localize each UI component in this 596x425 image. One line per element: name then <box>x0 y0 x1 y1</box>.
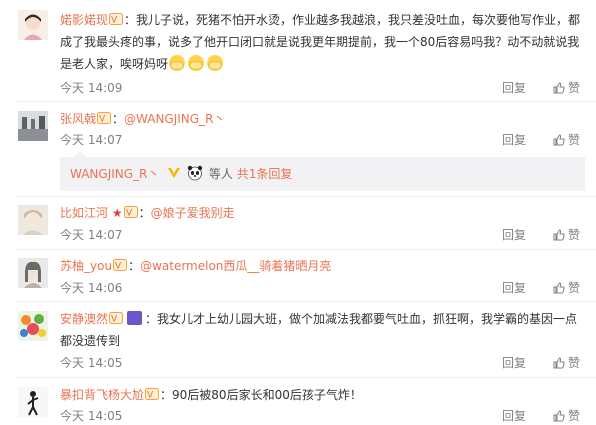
separator: ： <box>112 112 125 126</box>
reply-button[interactable]: 回复 <box>502 354 526 371</box>
like-label: 赞 <box>567 81 580 95</box>
comment-text: 婼影婼现 V ：我儿子说，死猪不怕开水烫，作业越多我越浪，我只差没吐血，每次要他写作… <box>60 9 585 75</box>
separator: ： <box>124 13 137 27</box>
timestamp: 今天 14:06 <box>60 281 123 295</box>
svg-text:V: V <box>147 391 154 401</box>
like-label: 赞 <box>567 281 580 295</box>
reply-button[interactable]: 回复 <box>502 279 526 296</box>
comment-meta: 今天 14:07 回复 赞 <box>60 131 580 147</box>
comment-meta: 今天 14:07 回复 赞 <box>60 226 580 242</box>
reply-button[interactable]: 回复 <box>502 407 526 424</box>
facepalm-emoji-icon <box>207 55 224 71</box>
comment-meta: 今天 14:05 回复 赞 <box>60 354 580 370</box>
timestamp: 今天 14:07 <box>60 228 123 242</box>
like-label: 赞 <box>567 409 580 423</box>
divider <box>16 196 596 197</box>
username-link[interactable]: 安静澳然 <box>60 312 108 326</box>
reply-button[interactable]: 回复 <box>502 226 526 243</box>
separator: ： <box>145 312 158 326</box>
facepalm-emoji-icon <box>169 55 186 71</box>
star-badge-icon: ★ <box>108 206 123 220</box>
like-button[interactable]: 赞 <box>553 131 580 148</box>
svg-text:V: V <box>126 209 133 219</box>
separator: ： <box>160 388 173 402</box>
thumbs-up-icon <box>553 410 565 422</box>
avatar[interactable] <box>18 311 48 341</box>
vip-badge-icon: V <box>123 206 138 219</box>
vip-badge-icon: V <box>97 112 112 125</box>
like-button[interactable]: 赞 <box>553 79 580 96</box>
comment-text: 苏柚_you V ：@watermelon西瓜__骑着猪晒月亮 <box>60 255 585 277</box>
svg-text:V: V <box>99 115 106 125</box>
username-link[interactable]: 苏柚_you <box>60 259 112 273</box>
timestamp: 今天 14:05 <box>60 409 123 423</box>
comment-text: 比如江河 ★ V ：@娘子爱我别走 <box>60 202 585 224</box>
mention-link[interactable]: @watermelon西瓜__骑着猪晒月亮 <box>140 259 331 273</box>
mention-link[interactable]: @WANGJING_R丶 <box>124 112 225 126</box>
thumbs-up-icon <box>553 229 565 241</box>
comment-text: 安静澳然 V ：我女儿才上幼儿园大班，做个加减法我都要气吐血，抓狂啊，我学霸的基因一… <box>60 308 585 352</box>
separator: ： <box>128 259 141 273</box>
panda-emoji-icon <box>187 165 203 181</box>
vip-badge-icon: V <box>113 259 128 272</box>
avatar[interactable] <box>18 205 48 235</box>
username-link[interactable]: 婼影婼现 <box>60 13 108 27</box>
divider <box>16 377 596 378</box>
total-replies-link[interactable]: 共1条回复 <box>237 167 293 181</box>
thumbs-up-icon <box>553 282 565 294</box>
svg-text:V: V <box>115 262 122 272</box>
svg-text:V: V <box>111 16 118 26</box>
svg-text:V: V <box>111 315 118 325</box>
like-button[interactable]: 赞 <box>553 279 580 296</box>
avatar[interactable] <box>18 258 48 288</box>
avatar[interactable] <box>18 10 48 40</box>
others-label: 等人 <box>208 167 233 181</box>
box-arrow <box>74 151 86 157</box>
thumbs-up-icon <box>553 134 565 146</box>
verified-v-icon <box>168 168 181 178</box>
avatar[interactable] <box>18 111 48 141</box>
comment-meta: 今天 14:09 回复 赞 <box>60 79 580 95</box>
comment-body: 我儿子说，死猪不怕开水烫，作业越多我越浪，我只差没吐血，每次要他写作业，都成了我… <box>60 13 581 71</box>
like-label: 赞 <box>567 356 580 370</box>
vip-badge-icon: V <box>109 312 124 325</box>
comment-meta: 今天 14:05 回复 赞 <box>60 407 580 423</box>
vip-badge-icon: V <box>109 13 124 26</box>
like-label: 赞 <box>567 133 580 147</box>
username-link[interactable]: 比如江河 <box>60 206 108 220</box>
avatar[interactable] <box>18 387 48 417</box>
like-button[interactable]: 赞 <box>553 407 580 424</box>
like-button[interactable]: 赞 <box>553 354 580 371</box>
divider <box>16 249 596 250</box>
separator: ： <box>138 206 151 220</box>
member-badge-icon <box>127 311 143 325</box>
reply-button[interactable]: 回复 <box>502 79 526 96</box>
thumbs-up-icon <box>553 82 565 94</box>
like-label: 赞 <box>567 228 580 242</box>
thumbs-up-icon <box>553 357 565 369</box>
timestamp: 今天 14:07 <box>60 133 123 147</box>
like-button[interactable]: 赞 <box>553 226 580 243</box>
sub-replies-box[interactable]: WANGJING_R丶 等人 共1条回复 <box>60 151 585 191</box>
username-link[interactable]: 张风戟 <box>60 112 96 126</box>
username-link[interactable]: 暴扣背飞杨大尬 <box>60 388 144 402</box>
facepalm-emoji-icon <box>188 55 205 71</box>
mention-link[interactable]: @娘子爱我别走 <box>151 206 235 220</box>
divider <box>16 301 596 302</box>
comment-body: 90后被80后家长和00后孩子气炸！ <box>172 388 362 402</box>
sub-reply-user-link[interactable]: WANGJING_R丶 <box>70 167 159 181</box>
comment-text: 张风戟 V ：@WANGJING_R丶 <box>60 108 585 130</box>
timestamp: 今天 14:09 <box>60 81 123 95</box>
divider <box>16 101 596 102</box>
comment-text: 暴扣背飞杨大尬 V ：90后被80后家长和00后孩子气炸！ <box>60 384 585 406</box>
reply-button[interactable]: 回复 <box>502 131 526 148</box>
comment-meta: 今天 14:06 回复 赞 <box>60 279 580 295</box>
timestamp: 今天 14:05 <box>60 356 123 370</box>
vip-badge-icon: V <box>145 388 160 401</box>
